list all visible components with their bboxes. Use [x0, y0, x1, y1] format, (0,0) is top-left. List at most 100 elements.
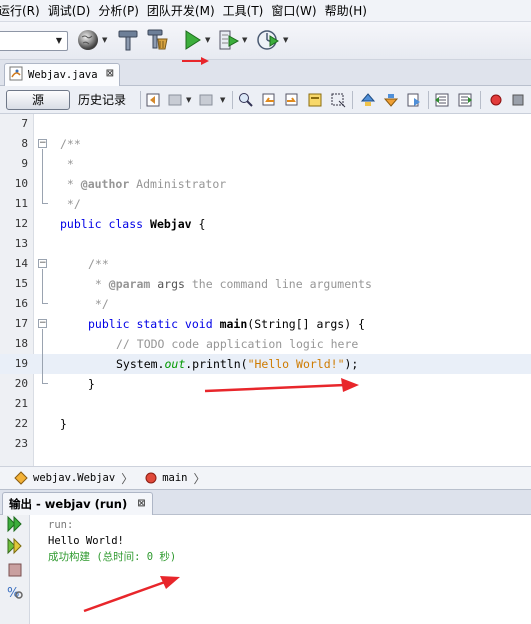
close-icon[interactable]: ⊠	[137, 493, 145, 515]
menu-profile[interactable]: 分析(P)	[94, 0, 143, 22]
line-number: 15	[14, 277, 28, 290]
toolbar-separator	[140, 91, 141, 109]
netbeans-window: 运行(R) 调试(D) 分析(P) 团队开发(M) 工具(T) 窗口(W) 帮助…	[0, 0, 531, 624]
fold-toggle-icon[interactable]: −	[38, 139, 47, 148]
next-bookmark-icon[interactable]	[383, 92, 399, 108]
find-icon[interactable]	[238, 92, 254, 108]
chevron-down-icon[interactable]: ▼	[205, 36, 210, 44]
code-line: 9 *	[0, 154, 531, 174]
code-text: * @author Administrator	[60, 177, 227, 191]
line-number: 17	[14, 317, 28, 330]
toolbar-separator	[428, 91, 429, 109]
fold-guide	[42, 303, 48, 304]
settings-icon[interactable]: %	[6, 583, 24, 601]
menu-team[interactable]: 团队开发(M)	[143, 0, 219, 22]
menu-window[interactable]: 窗口(W)	[267, 0, 320, 22]
record-macro-icon[interactable]	[488, 92, 504, 108]
toggle-highlight-icon[interactable]	[307, 92, 323, 108]
rerun-with-options-icon[interactable]	[6, 537, 24, 555]
line-number: 22	[14, 417, 28, 430]
javadoc-text: Administrator	[129, 177, 227, 191]
code-text: public class Webjav {	[60, 214, 205, 234]
breadcrumb-label: webjav.Webjav	[33, 472, 116, 484]
svg-text:%: %	[7, 586, 19, 601]
code-line: 7	[0, 114, 531, 134]
menu-tools[interactable]: 工具(T)	[219, 0, 268, 22]
javadoc-param: args	[150, 277, 185, 291]
code-line: 12 public class Webjav {	[0, 214, 531, 234]
globe-icon[interactable]	[76, 28, 100, 52]
method-name: main	[219, 317, 248, 331]
find-previous-icon[interactable]	[261, 92, 277, 108]
line-number: 10	[14, 177, 28, 190]
build-status-line: 成功构建 (总时间: 0 秒)	[48, 551, 177, 563]
code-text: /**	[60, 137, 81, 151]
code-line: 11 */	[0, 194, 531, 214]
menu-debug[interactable]: 调试(D)	[44, 0, 95, 22]
chevron-down-icon[interactable]: ▼	[283, 36, 288, 44]
menu-help[interactable]: 帮助(H)	[321, 0, 371, 22]
chevron-right-icon: 〉	[193, 471, 206, 486]
back-icon[interactable]	[168, 92, 184, 108]
code-line: 15 * @param args the command line argume…	[0, 274, 531, 294]
line-number: 16	[14, 297, 28, 310]
line-number: 21	[14, 397, 28, 410]
rerun-icon[interactable]	[6, 515, 24, 533]
shift-left-icon[interactable]	[434, 92, 450, 108]
configuration-select[interactable]: ▼	[0, 31, 68, 51]
toggle-bookmark-icon[interactable]	[406, 92, 422, 108]
tab-webjav-java[interactable]: Webjav.java ⊠	[4, 63, 120, 86]
output-window: % run: Hello World! 成功构建 (总时间: 0 秒)	[0, 515, 531, 624]
forward-icon[interactable]	[198, 92, 214, 108]
chevron-down-icon[interactable]: ▼	[186, 96, 191, 104]
breadcrumb-item-class[interactable]: webjav.Webjav	[14, 471, 115, 485]
code-text: public static void main(String[] args) {	[88, 314, 365, 334]
output-line: run:	[48, 519, 74, 531]
code-part: System.	[116, 357, 165, 371]
code-editor[interactable]: 7 8 /** 9 * 10 * @author Administrator 11…	[0, 114, 531, 466]
stop-icon[interactable]	[6, 561, 24, 579]
hammer-icon[interactable]	[116, 28, 140, 52]
chevron-right-icon: 〉	[121, 471, 134, 486]
fold-guide	[42, 383, 48, 384]
code-part: );	[344, 357, 359, 371]
main-toolbar: ▼ ▼ ▼ ▼ ▼	[0, 22, 531, 60]
stop-macro-icon[interactable]	[510, 92, 526, 108]
breadcrumb: webjav.Webjav 〉 main 〉	[0, 466, 531, 490]
code-text: */	[60, 197, 81, 211]
rect-select-icon[interactable]	[330, 92, 346, 108]
class-icon	[14, 471, 28, 485]
profile-icon[interactable]	[256, 28, 280, 52]
run-icon[interactable]	[180, 28, 204, 52]
last-edit-icon[interactable]	[146, 92, 162, 108]
chevron-down-icon[interactable]: ▼	[102, 36, 107, 44]
menu-run[interactable]: 运行(R)	[0, 0, 44, 22]
code-text: */	[88, 297, 109, 311]
line-number: 18	[14, 337, 28, 350]
code-text: /**	[88, 257, 109, 271]
fold-toggle-icon[interactable]: −	[38, 319, 47, 328]
code-text: }	[88, 377, 95, 391]
source-button[interactable]: 源	[6, 90, 70, 110]
current-code-line: 19 System.out.println("Hello World!");	[0, 354, 531, 374]
chevron-down-icon[interactable]: ▼	[220, 96, 225, 104]
tab-output[interactable]: 输出 - webjav (run) ⊠	[2, 492, 153, 515]
line-number: 14	[14, 257, 28, 270]
breadcrumb-item-method[interactable]: main	[145, 472, 188, 484]
code-line: 16 */	[0, 294, 531, 314]
debug-icon[interactable]	[216, 28, 240, 52]
code-params: (String[] args) {	[247, 317, 365, 331]
fold-toggle-icon[interactable]: −	[38, 259, 47, 268]
code-comment: // TODO code application logic here	[116, 337, 359, 351]
history-button[interactable]: 历史记录	[76, 90, 128, 110]
chevron-down-icon[interactable]: ▼	[242, 36, 247, 44]
line-number: 8	[21, 137, 28, 150]
clean-build-icon[interactable]	[145, 27, 169, 51]
close-icon[interactable]: ⊠	[106, 68, 114, 79]
output-line: Hello World!	[48, 535, 124, 547]
find-next-icon[interactable]	[284, 92, 300, 108]
code-line: 23	[0, 434, 531, 454]
previous-bookmark-icon[interactable]	[360, 92, 376, 108]
shift-right-icon[interactable]	[457, 92, 473, 108]
line-number: 23	[14, 437, 28, 450]
